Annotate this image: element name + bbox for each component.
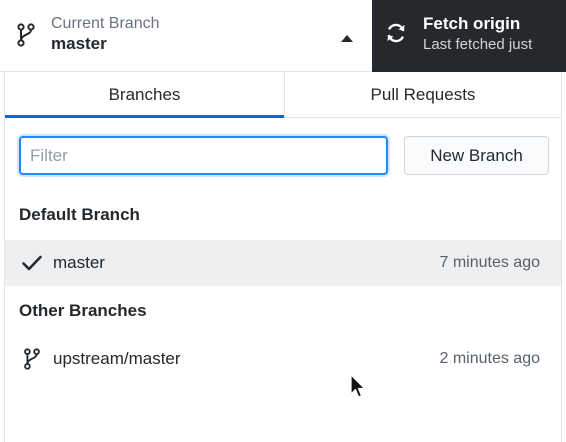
current-branch-caption: Current Branch — [51, 15, 160, 32]
toolbar: Current Branch master Fetch origin Last … — [0, 0, 566, 72]
branches-dropdown-panel: Branches Pull Requests New Branch Defaul… — [4, 72, 562, 442]
branch-row-master[interactable]: master 7 minutes ago — [5, 240, 561, 286]
branch-row-upstream-master[interactable]: upstream/master 2 minutes ago — [5, 336, 561, 382]
check-icon — [21, 252, 43, 274]
default-branch-header: Default Branch — [19, 205, 140, 224]
caret-up-icon — [340, 30, 354, 42]
tab-bar: Branches Pull Requests — [5, 72, 561, 118]
new-branch-button[interactable]: New Branch — [404, 136, 549, 175]
branch-name: upstream/master — [53, 349, 181, 368]
fetch-texts: Fetch origin Last fetched just — [423, 13, 532, 55]
branch-time: 2 minutes ago — [439, 350, 540, 367]
mouse-cursor-icon — [350, 374, 366, 400]
branch-time: 7 minutes ago — [439, 254, 540, 271]
git-branch-icon — [16, 23, 36, 47]
filter-input[interactable] — [19, 136, 388, 175]
fetch-subtitle: Last fetched just — [423, 36, 533, 53]
app-window: Current Branch master Fetch origin Last … — [0, 0, 566, 442]
sync-icon — [385, 22, 407, 44]
other-branches-header: Other Branches — [19, 301, 147, 320]
git-branch-icon — [21, 348, 43, 370]
selected-tab-indicator — [5, 115, 284, 118]
tab-pull-requests[interactable]: Pull Requests — [284, 72, 561, 118]
current-branch-texts: Current Branch master — [51, 14, 160, 55]
fetch-title: Fetch origin — [423, 14, 521, 33]
fetch-origin-button[interactable]: Fetch origin Last fetched just — [372, 0, 566, 72]
branch-name: master — [53, 253, 105, 272]
current-branch-button[interactable]: Current Branch master — [0, 0, 372, 72]
current-branch-name: master — [51, 34, 107, 53]
tab-branches[interactable]: Branches — [5, 72, 284, 118]
